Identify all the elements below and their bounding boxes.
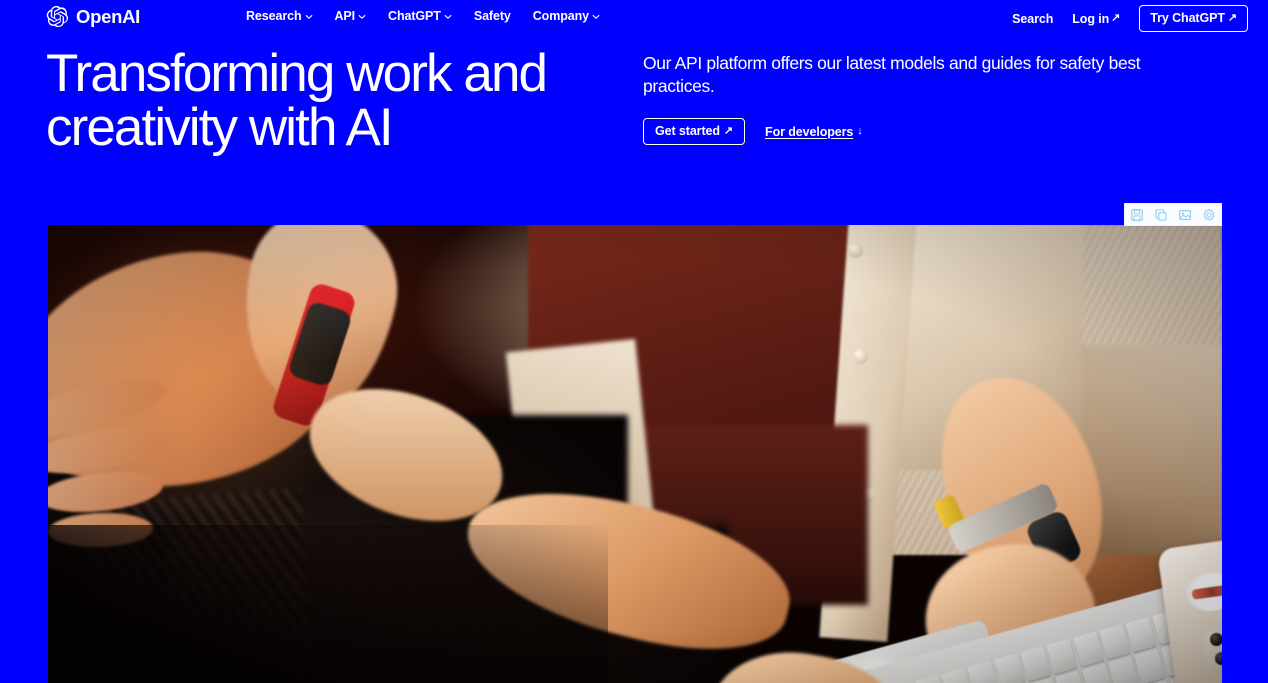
nav-label: Research	[246, 9, 302, 23]
for-developers-label: For developers	[765, 124, 854, 139]
hero-title: Transforming work and creativity with AI	[46, 44, 548, 158]
hero-description: Our API platform offers our latest model…	[643, 53, 1141, 97]
save-icon[interactable]	[1130, 208, 1144, 222]
chevron-down-icon	[358, 15, 366, 19]
openai-homepage: OpenAI Research API ChatGPT Safety Compa…	[0, 0, 1268, 683]
get-started-button[interactable]: Get started ↗	[643, 118, 746, 146]
brand-wordmark: OpenAI	[76, 6, 140, 27]
image-icon[interactable]	[1178, 208, 1192, 222]
brand-logo-link[interactable]: OpenAI	[46, 5, 140, 28]
nav-label: ChatGPT	[388, 9, 441, 23]
hero-image	[48, 225, 1222, 683]
nav-item-company[interactable]: Company	[533, 9, 600, 23]
nav-item-safety[interactable]: Safety	[474, 9, 511, 23]
nav-item-api[interactable]: API	[335, 9, 367, 23]
nav-item-research[interactable]: Research	[246, 9, 313, 23]
hero-actions: Get started ↗ For developers ↓	[643, 118, 1223, 146]
site-header: OpenAI Research API ChatGPT Safety Compa…	[0, 0, 1268, 34]
nav-item-chatgpt[interactable]: ChatGPT	[388, 9, 452, 23]
search-label: Search	[1012, 11, 1054, 26]
get-started-label: Get started	[655, 124, 720, 139]
for-developers-link[interactable]: For developers ↓	[765, 125, 863, 139]
chevron-down-icon	[444, 15, 452, 19]
openai-logo-icon	[46, 5, 68, 28]
nav-label: API	[334, 9, 356, 23]
arrow-up-right-icon: ↗	[723, 124, 734, 137]
nav-label: Safety	[473, 9, 511, 23]
hero-right-column: Our API platform offers our latest model…	[643, 52, 1223, 146]
primary-navigation: Research API ChatGPT Safety Company	[246, 9, 600, 23]
image-floating-toolbar	[1124, 203, 1222, 226]
chevron-down-icon	[592, 15, 600, 19]
try-chatgpt-label: Try ChatGPT	[1150, 11, 1225, 25]
arrow-up-right-icon: ↗	[1227, 11, 1237, 24]
copy-icon[interactable]	[1154, 208, 1168, 222]
header-actions: Search Log in ↗ Try ChatGPT ↗	[1012, 5, 1248, 32]
arrow-up-right-icon: ↗	[1111, 12, 1121, 24]
hero-image-canvas	[48, 225, 1222, 683]
search-button[interactable]: Search	[1012, 12, 1053, 26]
nav-label: Company	[532, 9, 590, 23]
settings-gear-icon[interactable]	[1202, 208, 1216, 222]
login-link[interactable]: Log in ↗	[1072, 12, 1120, 26]
arrow-down-icon: ↓	[857, 125, 863, 138]
chevron-down-icon	[305, 15, 312, 19]
login-label: Log in	[1072, 11, 1110, 26]
try-chatgpt-button[interactable]: Try ChatGPT ↗	[1139, 5, 1248, 32]
